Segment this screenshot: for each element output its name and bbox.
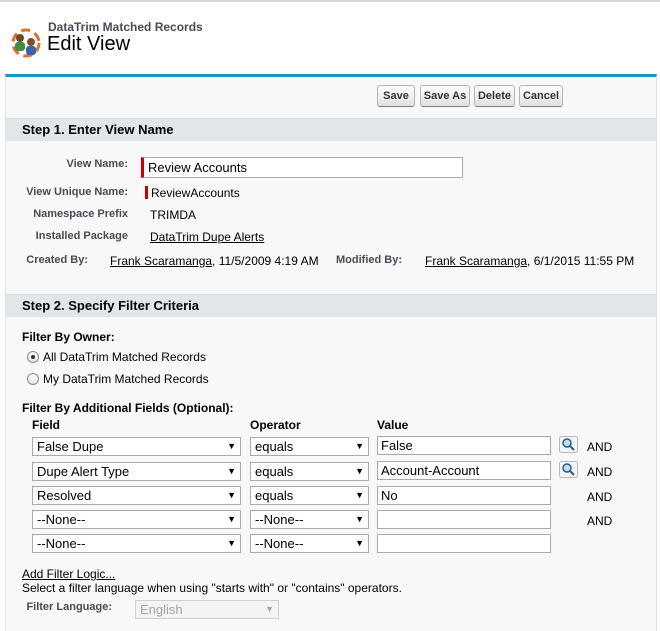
view-name-label: View Name: <box>66 158 128 170</box>
add-filter-logic-link[interactable]: Add Filter Logic... <box>22 567 115 581</box>
filter-operator-select-2[interactable]: equals ▼ <box>250 462 369 481</box>
object-name: DataTrim Matched Records <box>48 20 203 34</box>
and-label: AND <box>587 440 613 454</box>
top-border <box>0 0 660 2</box>
filter-additional-label: Filter By Additional Fields (Optional): <box>22 401 234 415</box>
filter-value-input-5[interactable] <box>377 534 551 553</box>
and-label: AND <box>587 490 613 504</box>
view-unique-name-label: View Unique Name: <box>26 186 128 198</box>
page-title: Edit View <box>47 33 131 55</box>
field-column-header: Field <box>32 418 61 432</box>
filter-language-label: Filter Language: <box>26 601 112 613</box>
filter-value-input-1[interactable] <box>377 436 551 455</box>
namespace-prefix-value: TRIMDA <box>150 208 196 222</box>
filter-field-select-4[interactable]: --None-- ▼ <box>32 510 241 529</box>
filter-language-help: Select a filter language when using "sta… <box>22 581 402 595</box>
filter-value-input-3[interactable] <box>377 486 551 505</box>
filter-operator-select-3[interactable]: equals ▼ <box>250 486 369 505</box>
filter-value-input-2[interactable] <box>377 461 551 480</box>
modified-by-user-link[interactable]: Frank Scaramanga <box>425 254 527 268</box>
filter-operator-select-1[interactable]: equals ▼ <box>250 437 369 456</box>
owner-option-my[interactable]: My DataTrim Matched Records <box>27 372 209 386</box>
view-name-input[interactable] <box>141 157 463 178</box>
and-label: AND <box>587 514 613 528</box>
lookup-icon[interactable] <box>559 461 578 478</box>
created-by-date: , 11/5/2009 4:19 AM <box>212 254 319 268</box>
created-by-value: Frank Scaramanga, 11/5/2009 4:19 AM <box>110 254 319 268</box>
namespace-prefix-label: Namespace Prefix <box>33 208 128 220</box>
step1-header: Step 1. Enter View Name <box>6 118 656 141</box>
filter-by-owner-label: Filter By Owner: <box>22 330 115 344</box>
installed-package-label: Installed Package <box>35 230 128 242</box>
created-by-label: Created By: <box>26 254 88 266</box>
owner-option-all-label: All DataTrim Matched Records <box>43 350 206 364</box>
save-as-button[interactable]: Save As <box>420 85 470 107</box>
filter-language-select: English ▼ <box>135 600 279 619</box>
and-label: AND <box>587 465 613 479</box>
operator-column-header: Operator <box>250 418 301 432</box>
owner-option-my-label: My DataTrim Matched Records <box>43 372 209 386</box>
created-by-user-link[interactable]: Frank Scaramanga <box>110 254 212 268</box>
filter-field-select-3[interactable]: Resolved ▼ <box>32 486 241 505</box>
modified-by-label: Modified By: <box>336 254 402 266</box>
filter-field-select-1[interactable]: False Dupe ▼ <box>32 437 241 456</box>
save-button[interactable]: Save <box>377 85 415 107</box>
value-column-header: Value <box>377 418 409 432</box>
owner-option-all[interactable]: All DataTrim Matched Records <box>27 350 206 364</box>
lookup-icon[interactable] <box>559 436 578 453</box>
filter-field-select-2[interactable]: Dupe Alert Type ▼ <box>32 462 241 481</box>
required-indicator <box>145 186 148 199</box>
step2-header: Step 2. Specify Filter Criteria <box>6 294 656 317</box>
radio-my[interactable] <box>27 373 39 385</box>
delete-button[interactable]: Delete <box>474 85 515 107</box>
modified-by-value: Frank Scaramanga, 6/1/2015 11:55 PM <box>425 254 634 268</box>
filter-operator-select-4[interactable]: --None-- ▼ <box>250 510 369 529</box>
radio-all-selected[interactable] <box>27 351 39 363</box>
filter-field-select-5[interactable]: --None-- ▼ <box>32 534 241 553</box>
view-unique-name-value: ReviewAccounts <box>151 186 240 200</box>
filter-value-input-4[interactable] <box>377 510 551 529</box>
matched-records-icon <box>11 28 41 58</box>
filter-operator-select-5[interactable]: --None-- ▼ <box>250 534 369 553</box>
cancel-button[interactable]: Cancel <box>519 85 563 107</box>
installed-package-link[interactable]: DataTrim Dupe Alerts <box>150 230 264 244</box>
modified-by-date: , 6/1/2015 11:55 PM <box>527 254 635 268</box>
